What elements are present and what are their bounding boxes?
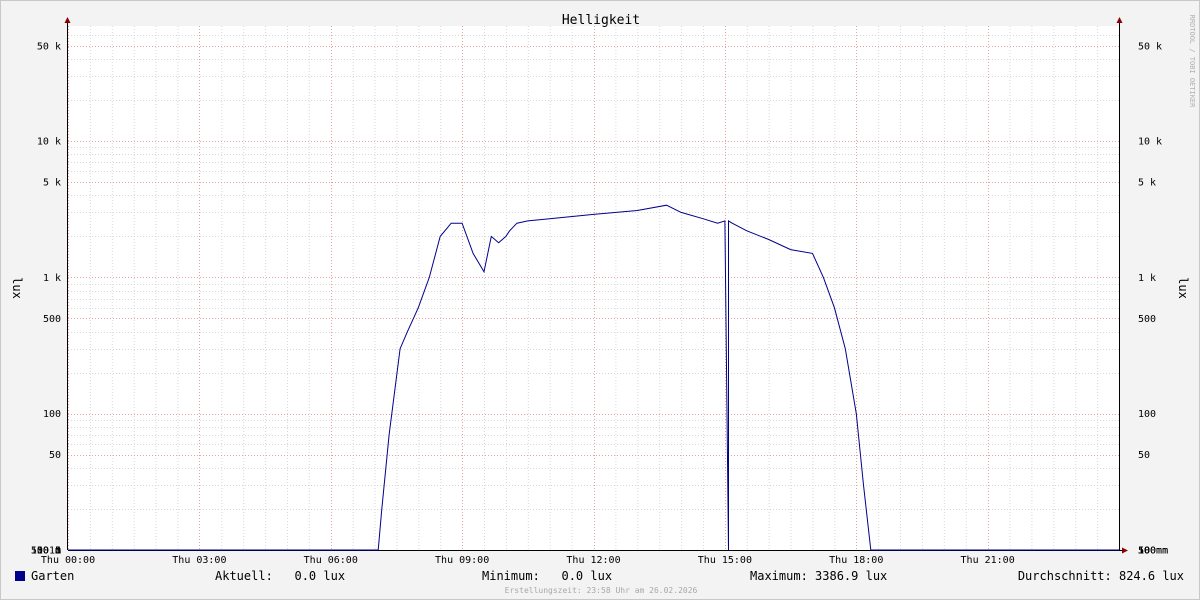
stat-maximum: Maximum: 3386.9 lux <box>750 569 887 583</box>
x-tick-label: Thu 00:00 <box>41 555 95 566</box>
creation-time: Erstellungszeit: 23:58 Uhr am 26.02.2026 <box>505 586 698 595</box>
legend-label-garten: Garten <box>31 569 74 583</box>
x-tick-label: Thu 06:00 <box>304 555 358 566</box>
x-tick-label: Thu 03:00 <box>172 555 226 566</box>
y-ticks-right: 50 k10 k5 k1 k500100501051500 m100 m50 m… <box>1138 41 1168 556</box>
y-tick-label-right: 50 k <box>1138 41 1162 52</box>
stat-aktuell: Aktuell: 0.0 lux <box>215 569 345 583</box>
y-ticks-left: 50 k10 k5 k1 k500100501051500 m100 m50 m… <box>31 41 61 556</box>
y-axis-label-left: lux <box>10 277 24 299</box>
legend-swatch-garten <box>15 571 25 581</box>
y-tick-label-left: 500 <box>43 314 61 325</box>
y-tick-label-right: 50 <box>1138 450 1150 461</box>
x-tick-label: Thu 09:00 <box>435 555 489 566</box>
legend: Garten Aktuell: 0.0 lux Minimum: 0.0 lux… <box>15 569 1184 583</box>
x-tick-label: Thu 12:00 <box>566 555 620 566</box>
y-tick-label-right: 1 k <box>1138 273 1156 284</box>
y-tick-label-left: 50 k <box>37 41 61 52</box>
x-ticks: Thu 00:00 Thu 03:00 Thu 06:00 Thu 09:00 Thu … <box>41 555 1015 566</box>
x-tick-label: Thu 21:00 <box>961 555 1015 566</box>
stat-minimum: Minimum: 0.0 lux <box>482 569 612 583</box>
x-tick-label: Thu 18:00 <box>829 555 883 566</box>
y-axis-arrow-right <box>1116 17 1123 23</box>
y-tick-label-right: 100 <box>1138 409 1156 420</box>
y-tick-label-left: 1 k <box>43 273 61 284</box>
y-tick-label-right: 500 <box>1138 314 1156 325</box>
y-tick-label-right: 10 k <box>1138 137 1162 148</box>
y-axis-arrow-left <box>64 17 71 23</box>
rrd-chart: Helligkeit lux lux RRDTOOL / TOBI OETIKE… <box>10 13 1196 595</box>
y-tick-label-left: 5 k <box>43 178 61 189</box>
chart-title: Helligkeit <box>562 13 640 28</box>
y-tick-label-right: 5 k <box>1138 178 1156 189</box>
y-tick-label-left: 10 k <box>37 137 61 148</box>
plot-area <box>68 26 1119 550</box>
watermark: RRDTOOL / TOBI OETIKER <box>1188 15 1196 109</box>
y-tick-label-right: 10 m <box>1138 546 1162 557</box>
y-axis-label-right: lux <box>1176 277 1190 299</box>
x-axis-arrow <box>1122 547 1128 554</box>
y-tick-label-left: 50 <box>49 450 61 461</box>
chart-image: Helligkeit lux lux RRDTOOL / TOBI OETIKE… <box>0 0 1200 600</box>
stat-durchschnitt: Durchschnitt: 824.6 lux <box>1018 569 1184 583</box>
y-tick-label-left: 100 <box>43 409 61 420</box>
x-tick-label: Thu 15:00 <box>698 555 752 566</box>
